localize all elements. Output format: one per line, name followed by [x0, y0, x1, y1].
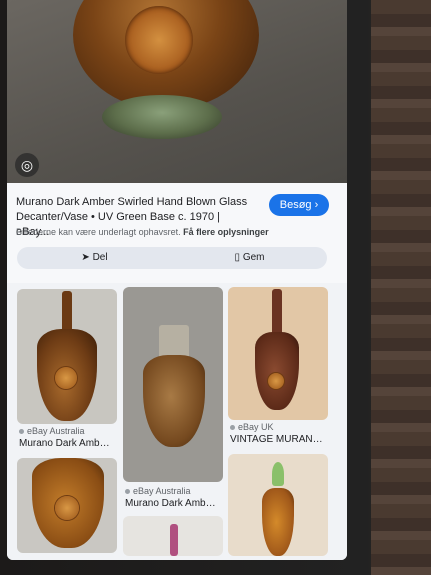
bottle-medallion [55, 367, 77, 389]
main-image[interactable]: ◎ [7, 0, 347, 183]
related-image-4[interactable] [17, 458, 117, 553]
share-label: Del [92, 252, 108, 263]
related-source-2: eBay Australia [125, 486, 191, 496]
phone-screen: ◎ Murano Dark Amber Swirled Hand Blown G… [7, 0, 347, 560]
related-caption-1[interactable]: Murano Dark Amb… [19, 438, 110, 449]
wooden-frame [371, 0, 431, 575]
vase-medallion [125, 6, 193, 74]
related-image-5[interactable] [123, 516, 223, 556]
related-image-1[interactable] [17, 289, 117, 424]
lens-icon[interactable]: ◎ [15, 153, 39, 177]
related-caption-2[interactable]: Murano Dark Amb… [125, 498, 216, 509]
related-image-6[interactable] [228, 454, 328, 556]
bottle-body [262, 488, 294, 556]
related-image-3[interactable] [228, 287, 328, 420]
bottle-body [255, 332, 299, 410]
visit-button[interactable]: Besøg › [269, 194, 329, 216]
action-row: ➤ Del ▯ Gem [17, 247, 327, 269]
bottle-body [143, 355, 205, 447]
related-source-1: eBay Australia [19, 426, 85, 436]
bottle-neck [170, 524, 178, 556]
related-image-2[interactable] [123, 287, 223, 482]
save-button[interactable]: ▯ Gem [172, 247, 327, 269]
chevron-right-icon: › [314, 199, 319, 211]
copyright-notice: Billederne kan være underlagt ophavsret.… [16, 227, 336, 237]
bottle-medallion [55, 496, 79, 520]
bookmark-icon: ▯ [234, 252, 241, 263]
related-source-3: eBay UK [230, 422, 274, 432]
vase-green-base [102, 95, 222, 139]
bottle-medallion [268, 373, 284, 389]
share-button[interactable]: ➤ Del [17, 247, 172, 269]
visit-label: Besøg [279, 199, 312, 211]
share-icon: ➤ [81, 252, 90, 263]
save-label: Gem [242, 252, 265, 263]
related-images-grid: eBay Australia Murano Dark Amb… eBay Aus… [7, 283, 347, 560]
bottle-stopper [272, 462, 284, 486]
copyright-text: Billederne kan være underlagt ophavsret. [16, 227, 181, 237]
result-info-panel: Murano Dark Amber Swirled Hand Blown Gla… [7, 183, 347, 283]
learn-more-link[interactable]: Få flere oplysninger [183, 227, 269, 237]
related-caption-3[interactable]: VINTAGE MURAN… [230, 434, 323, 445]
